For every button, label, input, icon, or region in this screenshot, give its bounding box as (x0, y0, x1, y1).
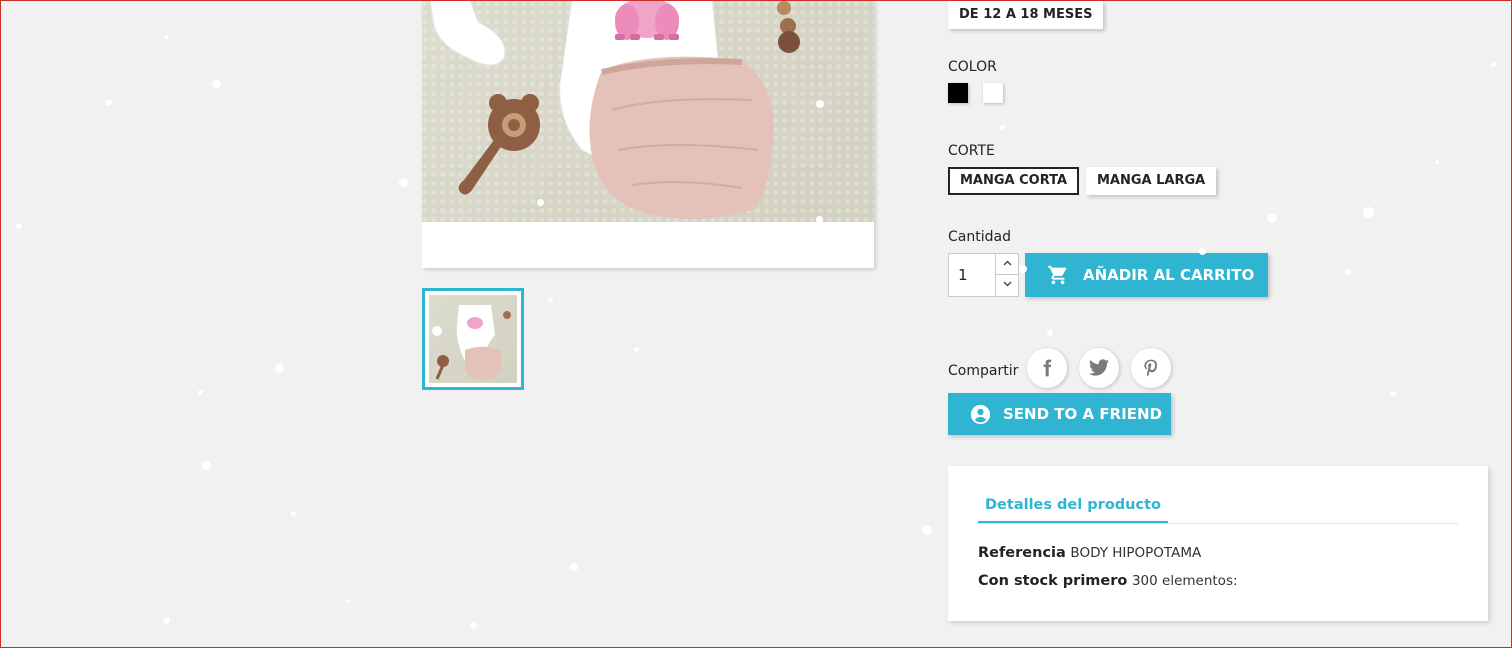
color-label: COLOR (948, 59, 997, 75)
quantity-decrease-button[interactable] (995, 275, 1018, 296)
send-to-friend-label: SEND TO A FRIEND (1003, 405, 1162, 423)
snowflake (165, 35, 169, 39)
tab-detalles-del-producto[interactable]: Detalles del producto (978, 494, 1168, 524)
snowflake (922, 525, 932, 535)
stock-value: 300 elementos: (1131, 573, 1238, 589)
snowflake (816, 100, 824, 108)
snowflake (105, 99, 112, 106)
product-photo (422, 0, 874, 222)
corte-label: CORTE (948, 143, 995, 159)
snowflake (291, 511, 296, 516)
account-circle-icon (970, 404, 991, 424)
tab-divider (978, 523, 1458, 524)
snowflake (346, 599, 350, 603)
quantity-stepper (948, 253, 1019, 297)
share-pinterest-button[interactable] (1131, 348, 1171, 388)
pinterest-icon (1144, 359, 1157, 377)
shopping-cart-icon (1047, 265, 1067, 285)
share-facebook-button[interactable] (1027, 348, 1067, 388)
snowflake (1019, 265, 1027, 273)
reference-label: Referencia (978, 545, 1066, 561)
snowflake (548, 298, 553, 303)
product-illustration (429, 0, 800, 220)
snowflake (1363, 207, 1374, 218)
color-swatch-white[interactable] (983, 83, 1003, 103)
snowflake (1345, 269, 1351, 275)
add-to-cart-label: AÑADIR AL CARRITO (1083, 266, 1255, 284)
color-swatch-black[interactable] (948, 83, 968, 103)
product-thumbnail[interactable] (422, 288, 524, 390)
snowflake (1199, 248, 1206, 255)
quantity-input[interactable] (949, 254, 995, 296)
stock-label: Con stock primero (978, 573, 1128, 589)
snowflake (537, 199, 544, 206)
cantidad-label: Cantidad (948, 229, 1011, 245)
share-label: Compartir (948, 363, 1019, 379)
add-to-cart-button[interactable]: AÑADIR AL CARRITO (1025, 253, 1268, 297)
snowflake (1435, 160, 1439, 164)
snowflake (1390, 391, 1396, 397)
chevron-down-icon (1003, 281, 1011, 287)
snowflake (163, 617, 170, 624)
stock-row: Con stock primero 300 elementos: (978, 573, 1238, 589)
share-twitter-button[interactable] (1079, 348, 1119, 388)
twitter-icon (1088, 359, 1110, 376)
reference-row: Referencia BODY HIPOPOTAMA (978, 545, 1201, 561)
thumbnail-image (429, 295, 517, 383)
snowflake (634, 347, 639, 352)
quantity-increase-button[interactable] (995, 254, 1018, 275)
snowflake (570, 563, 578, 571)
snowflake (1491, 62, 1496, 67)
chevron-up-icon (1003, 260, 1011, 266)
product-main-image[interactable] (422, 0, 874, 268)
facebook-icon (1043, 359, 1052, 377)
snowflake (816, 216, 823, 223)
send-to-friend-button[interactable]: SEND TO A FRIEND (948, 393, 1171, 435)
snowflake (212, 79, 221, 88)
product-details-panel: Detalles del producto Referencia BODY HI… (948, 466, 1488, 621)
snowflake (1000, 125, 1005, 130)
corte-manga-corta[interactable]: MANGA CORTA (948, 167, 1080, 195)
snowflake (1267, 213, 1277, 223)
snowflake (275, 364, 284, 373)
snowflake (16, 223, 22, 229)
corte-manga-larga[interactable]: MANGA LARGA (1086, 167, 1217, 195)
snowflake (198, 390, 203, 395)
snowflake (470, 622, 477, 629)
size-selected[interactable]: DE 12 A 18 MESES (948, 1, 1104, 29)
snowflake (399, 178, 408, 187)
snowflake (202, 461, 211, 470)
snowflake (1047, 330, 1053, 336)
reference-value: BODY HIPOPOTAMA (1070, 545, 1202, 561)
